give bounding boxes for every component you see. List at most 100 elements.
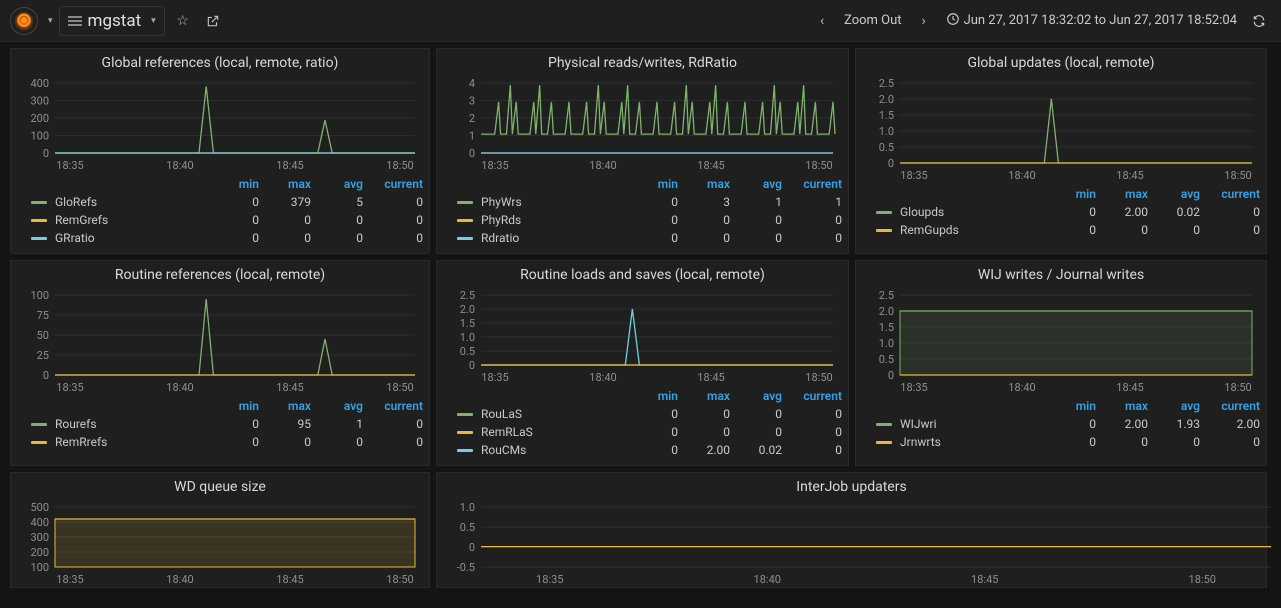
- svg-text:0.5: 0.5: [879, 141, 894, 154]
- clock-icon: [946, 12, 960, 30]
- chart-area[interactable]: 025507510018:3518:4018:4518:50: [11, 285, 429, 395]
- svg-text:1.0: 1.0: [460, 501, 475, 514]
- svg-text:18:35: 18:35: [900, 169, 927, 181]
- svg-text:4: 4: [469, 77, 475, 90]
- chart-area[interactable]: 010020030040018:3518:4018:4518:50: [11, 73, 429, 173]
- svg-text:0: 0: [888, 157, 894, 170]
- svg-text:400: 400: [30, 516, 49, 529]
- svg-text:2.0: 2.0: [460, 303, 475, 316]
- svg-text:18:40: 18:40: [166, 159, 193, 171]
- panel-title: WIJ writes / Journal writes: [856, 261, 1266, 285]
- svg-text:18:35: 18:35: [56, 381, 83, 393]
- legend: minmaxavgcurrent RouLaS 0000 RemRLaS 000…: [437, 385, 848, 465]
- legend-row[interactable]: RemRLaS 0000: [457, 423, 842, 441]
- legend-row[interactable]: Gloupds 02.000.020: [876, 203, 1260, 221]
- svg-text:18:50: 18:50: [1224, 169, 1251, 181]
- legend-row[interactable]: PhyWrs 0311: [457, 193, 842, 211]
- svg-text:1.5: 1.5: [460, 317, 475, 330]
- svg-text:1.0: 1.0: [460, 331, 475, 344]
- svg-text:1.0: 1.0: [879, 337, 894, 350]
- svg-text:18:40: 18:40: [589, 159, 616, 171]
- legend-row[interactable]: GRratio 0000: [31, 229, 423, 247]
- svg-text:18:35: 18:35: [481, 371, 508, 383]
- panel-global-refs[interactable]: Global references (local, remote, ratio)…: [10, 48, 430, 254]
- svg-text:0: 0: [469, 541, 475, 554]
- legend-row[interactable]: RemGrefs 0000: [31, 211, 423, 229]
- svg-text:18:40: 18:40: [166, 573, 193, 585]
- chevron-right-icon[interactable]: ›: [912, 9, 936, 33]
- svg-text:18:40: 18:40: [166, 381, 193, 393]
- dashboard-picker[interactable]: mgstat ▾: [59, 6, 165, 36]
- chart-area[interactable]: -0.500.51.018:3518:4018:4518:50: [437, 497, 1266, 587]
- svg-text:400: 400: [30, 77, 49, 90]
- svg-text:2: 2: [469, 112, 475, 125]
- legend-row[interactable]: RemRrefs 0000: [31, 433, 423, 451]
- legend-row[interactable]: PhyRds 0000: [457, 211, 842, 229]
- svg-text:75: 75: [37, 309, 49, 322]
- svg-text:300: 300: [30, 531, 49, 544]
- chart-area[interactable]: 00.51.01.52.02.518:3518:4018:4518:50: [856, 285, 1266, 395]
- zoom-out-label: Zoom Out: [844, 13, 901, 28]
- legend-row[interactable]: Rourefs 09510: [31, 415, 423, 433]
- chevron-down-icon: ▾: [48, 16, 53, 26]
- legend-row[interactable]: WIJwri 02.001.932.00: [876, 415, 1260, 433]
- refresh-icon[interactable]: [1247, 9, 1271, 33]
- svg-text:0: 0: [469, 359, 475, 372]
- svg-text:2.5: 2.5: [879, 289, 894, 302]
- chart-area[interactable]: 00.51.01.52.02.518:3518:4018:4518:50: [437, 285, 848, 385]
- chevron-down-icon: ▾: [151, 16, 156, 26]
- chart-area[interactable]: 0123418:3518:4018:4518:50: [437, 73, 848, 173]
- svg-text:18:35: 18:35: [481, 159, 508, 171]
- svg-text:500: 500: [30, 501, 49, 514]
- panel-wij-jrn[interactable]: WIJ writes / Journal writes 00.51.01.52.…: [855, 260, 1267, 466]
- dashboard-grid: Global references (local, remote, ratio)…: [0, 42, 1281, 594]
- panel-global-upd[interactable]: Global updates (local, remote) 0 0.5 1.0 1.…: [855, 48, 1267, 254]
- svg-text:18:50: 18:50: [386, 381, 413, 393]
- panel-title: Physical reads/writes, RdRatio: [437, 49, 848, 73]
- svg-text:18:50: 18:50: [805, 371, 832, 383]
- svg-text:1.0: 1.0: [879, 125, 894, 138]
- svg-text:0: 0: [43, 147, 49, 160]
- panel-interjob[interactable]: InterJob updaters -0.500.51.018:3518:401…: [436, 472, 1267, 588]
- svg-text:1.5: 1.5: [879, 321, 894, 334]
- svg-text:2.5: 2.5: [460, 289, 475, 302]
- legend: minmaxavgcurrent Gloupds 02.000.020 RemG…: [856, 183, 1266, 245]
- panel-title: WD queue size: [11, 473, 429, 497]
- share-icon[interactable]: [201, 9, 225, 33]
- svg-text:3: 3: [469, 95, 475, 108]
- svg-text:2.0: 2.0: [879, 93, 894, 106]
- svg-text:18:50: 18:50: [386, 573, 413, 585]
- svg-text:18:40: 18:40: [589, 371, 616, 383]
- svg-text:0.5: 0.5: [460, 521, 475, 534]
- grafana-logo[interactable]: [10, 7, 38, 35]
- legend: minmaxavgcurrent PhyWrs 0311 PhyRds 0000…: [437, 173, 848, 253]
- svg-text:1: 1: [469, 130, 475, 143]
- legend-row[interactable]: RouLaS 0000: [457, 405, 842, 423]
- panel-wd-queue[interactable]: WD queue size 10020030040050018:3518:401…: [10, 472, 430, 588]
- panel-title: Routine loads and saves (local, remote): [437, 261, 848, 285]
- svg-text:1.5: 1.5: [879, 109, 894, 122]
- svg-text:200: 200: [30, 546, 49, 559]
- legend-row[interactable]: RouCMs 02.000.020: [457, 441, 842, 459]
- svg-text:300: 300: [30, 95, 49, 108]
- legend-row[interactable]: GloRefs 037950: [31, 193, 423, 211]
- panel-routine-refs[interactable]: Routine references (local, remote) 02550…: [10, 260, 430, 466]
- legend-row[interactable]: Rdratio 0000: [457, 229, 842, 247]
- svg-text:0.5: 0.5: [460, 345, 475, 358]
- legend: minmaxavgcurrent GloRefs 037950 RemGrefs…: [11, 173, 429, 253]
- panel-title: InterJob updaters: [437, 473, 1266, 497]
- chart-area[interactable]: 10020030040050018:3518:4018:4518:50: [11, 497, 429, 587]
- legend-row[interactable]: RemGupds 0000: [876, 221, 1260, 239]
- svg-text:18:50: 18:50: [1224, 381, 1251, 393]
- svg-text:100: 100: [30, 561, 49, 574]
- chart-area[interactable]: 00.51.01.52.02.518:3518:4018:4518:50: [856, 73, 1266, 183]
- chevron-left-icon[interactable]: ‹: [810, 9, 834, 33]
- star-icon[interactable]: ☆: [171, 9, 195, 33]
- panel-phys-rw[interactable]: Physical reads/writes, RdRatio 0123418:3…: [436, 48, 849, 254]
- legend-row[interactable]: Jrnwrts 0000: [876, 433, 1260, 451]
- panel-routine-loads[interactable]: Routine loads and saves (local, remote) …: [436, 260, 849, 466]
- zoom-out-button[interactable]: Zoom Out: [840, 13, 905, 28]
- dashboard-list-icon: [68, 16, 82, 26]
- timerange-picker[interactable]: Jun 27, 2017 18:32:02 to Jun 27, 2017 18…: [942, 12, 1241, 30]
- panel-title: Global updates (local, remote): [856, 49, 1266, 73]
